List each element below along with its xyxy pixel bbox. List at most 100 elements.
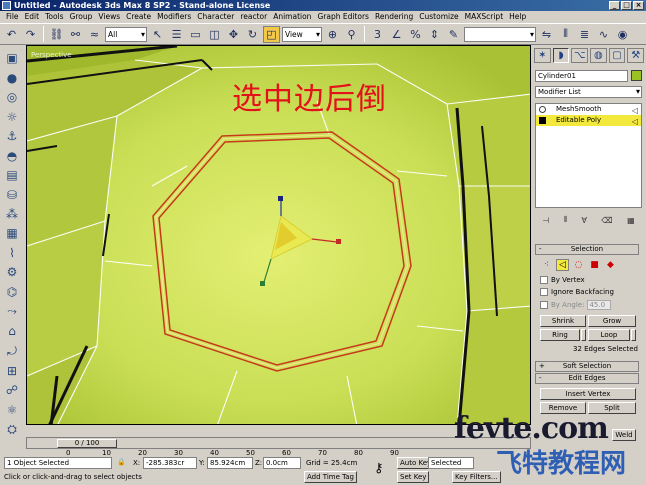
angle-snap-icon[interactable]: ∠: [388, 26, 405, 43]
lightbulb-icon[interactable]: [539, 106, 546, 113]
shrink-button[interactable]: Shrink: [540, 315, 586, 327]
mirror-icon[interactable]: ⇋: [538, 26, 555, 43]
menu-rendering[interactable]: Rendering: [372, 11, 416, 23]
utilities-tab-icon[interactable]: ⚒: [627, 48, 645, 63]
lock-icon[interactable]: 🔒: [117, 458, 126, 466]
lattice-icon[interactable]: ⊞: [3, 364, 21, 378]
menu-help[interactable]: Help: [506, 11, 529, 23]
spinner-snap-icon[interactable]: ⇕: [426, 26, 443, 43]
reference-coord-select[interactable]: View: [282, 26, 322, 42]
taper-icon[interactable]: ⌂: [3, 324, 21, 338]
select-object-icon[interactable]: ↖: [149, 26, 166, 43]
compound-icon[interactable]: ⛁: [3, 187, 21, 202]
align-icon[interactable]: ⫴: [557, 26, 574, 43]
material-editor-icon[interactable]: ◉: [614, 26, 631, 43]
twist-icon[interactable]: ⤾: [3, 344, 21, 359]
nurbs-icon[interactable]: ⌇: [3, 246, 21, 260]
create-system-icon[interactable]: ▤: [3, 168, 21, 182]
ring-button[interactable]: Ring: [540, 329, 580, 341]
create-camera-icon[interactable]: ◓: [3, 148, 21, 163]
hierarchy-tab-icon[interactable]: ⌥: [571, 48, 589, 63]
menu-group[interactable]: Group: [67, 11, 96, 23]
edge-level-icon[interactable]: ◁: [556, 259, 569, 271]
z-coord-field[interactable]: 0.0cm: [263, 457, 301, 469]
insert-vertex-button[interactable]: Insert Vertex: [540, 388, 636, 400]
stack-item-meshsmooth[interactable]: MeshSmooth ◁: [536, 104, 641, 115]
pin-stack-icon[interactable]: ⊣: [542, 216, 549, 225]
render-icon[interactable]: ⛭: [3, 422, 21, 437]
menu-reactor[interactable]: reactor: [237, 11, 270, 23]
pivot-center-icon[interactable]: ⊕: [324, 26, 341, 43]
stack-item-editable-poly[interactable]: Editable Poly ◁: [536, 115, 641, 126]
percent-snap-icon[interactable]: %: [407, 26, 424, 43]
create-sphere-icon[interactable]: ●: [3, 70, 21, 85]
menu-tools[interactable]: Tools: [42, 11, 66, 23]
perspective-viewport[interactable]: Perspective 选中边后倒: [26, 45, 531, 425]
remove-modifier-icon[interactable]: ⌫: [601, 216, 612, 225]
angle-input[interactable]: 45.0: [587, 300, 612, 310]
vertex-level-icon[interactable]: ⁖: [540, 259, 553, 271]
particle-icon[interactable]: ⁂: [3, 207, 21, 221]
close-button[interactable]: ×: [633, 1, 644, 10]
create-tab-icon[interactable]: ✶: [534, 48, 551, 63]
create-box-icon[interactable]: ▣: [3, 51, 21, 65]
grow-button[interactable]: Grow: [588, 315, 636, 327]
rect-selection-icon[interactable]: ▭: [187, 26, 204, 43]
rotate-icon[interactable]: ↻: [244, 26, 261, 43]
minimize-button[interactable]: _: [609, 1, 620, 10]
select-manipulate-icon[interactable]: ⚲: [343, 26, 360, 43]
key-icon[interactable]: ⚷: [374, 461, 384, 476]
make-unique-icon[interactable]: ∀: [581, 216, 586, 225]
link-icon[interactable]: ⛓: [48, 26, 65, 43]
menu-customize[interactable]: Customize: [416, 11, 461, 23]
named-selection-sets-select[interactable]: [464, 26, 536, 42]
set-key-button[interactable]: Set Key: [397, 471, 430, 483]
window-crossing-icon[interactable]: ◫: [206, 26, 223, 43]
snap-toggle-icon[interactable]: 3: [369, 26, 386, 43]
app-icon[interactable]: [2, 1, 11, 10]
modify-tab-icon[interactable]: ◗: [552, 48, 570, 63]
loop-button[interactable]: Loop: [588, 329, 630, 341]
y-coord-field[interactable]: 85.924cm: [207, 457, 253, 469]
x-coord-field[interactable]: -285.383cr: [143, 457, 197, 469]
menu-maxscript[interactable]: MAXScript: [462, 11, 507, 23]
scale-icon[interactable]: ◰: [263, 25, 280, 43]
select-by-name-icon[interactable]: ☰: [168, 26, 185, 43]
reactor-icon[interactable]: ⚛: [3, 403, 21, 417]
menu-views[interactable]: Views: [95, 11, 123, 23]
unlink-icon[interactable]: ⚯: [67, 26, 84, 43]
layer-manager-icon[interactable]: ≣: [576, 26, 593, 43]
viewport-label[interactable]: Perspective: [31, 51, 72, 59]
maximize-button[interactable]: □: [621, 1, 632, 10]
dynamics-icon[interactable]: ⚙: [3, 265, 21, 279]
create-helper-icon[interactable]: ⚓: [3, 129, 21, 143]
soft-selection-rollout-header[interactable]: + Soft Selection: [535, 361, 639, 372]
bend-icon[interactable]: ⤳: [3, 304, 21, 319]
redo-icon[interactable]: ↷: [22, 26, 39, 43]
selection-filter-select[interactable]: All: [105, 26, 147, 42]
border-level-icon[interactable]: ◌: [572, 259, 585, 271]
ignore-backfacing-checkbox[interactable]: Ignore Backfacing: [540, 288, 614, 296]
subobject-icon[interactable]: [539, 117, 546, 124]
object-color-swatch[interactable]: [631, 70, 642, 81]
bind-space-warp-icon[interactable]: ≈: [86, 26, 103, 43]
object-name-field[interactable]: Cylinder01: [535, 70, 628, 82]
selection-rollout-header[interactable]: - Selection: [535, 244, 639, 255]
time-slider[interactable]: 0 / 100: [57, 439, 117, 448]
display-tab-icon[interactable]: ▢: [608, 48, 626, 63]
show-end-result-icon[interactable]: ⫴: [564, 215, 567, 225]
add-time-tag-button[interactable]: Add Time Tag: [304, 471, 357, 483]
patch-icon[interactable]: ▦: [3, 226, 21, 240]
undo-icon[interactable]: ↶: [3, 26, 20, 43]
configure-sets-icon[interactable]: ▦: [627, 216, 635, 225]
modifier-icon[interactable]: ⌬: [3, 285, 21, 299]
modifier-list-select[interactable]: Modifier List: [535, 86, 642, 98]
edit-edges-rollout-header[interactable]: - Edit Edges: [535, 373, 639, 384]
move-icon[interactable]: ✥: [225, 26, 242, 43]
menu-edit[interactable]: Edit: [22, 11, 43, 23]
loop-spinner[interactable]: [631, 329, 636, 341]
motion-tab-icon[interactable]: ◍: [590, 48, 607, 63]
menu-file[interactable]: File: [3, 11, 22, 23]
element-level-icon[interactable]: ◆: [604, 259, 617, 271]
menu-create[interactable]: Create: [123, 11, 154, 23]
